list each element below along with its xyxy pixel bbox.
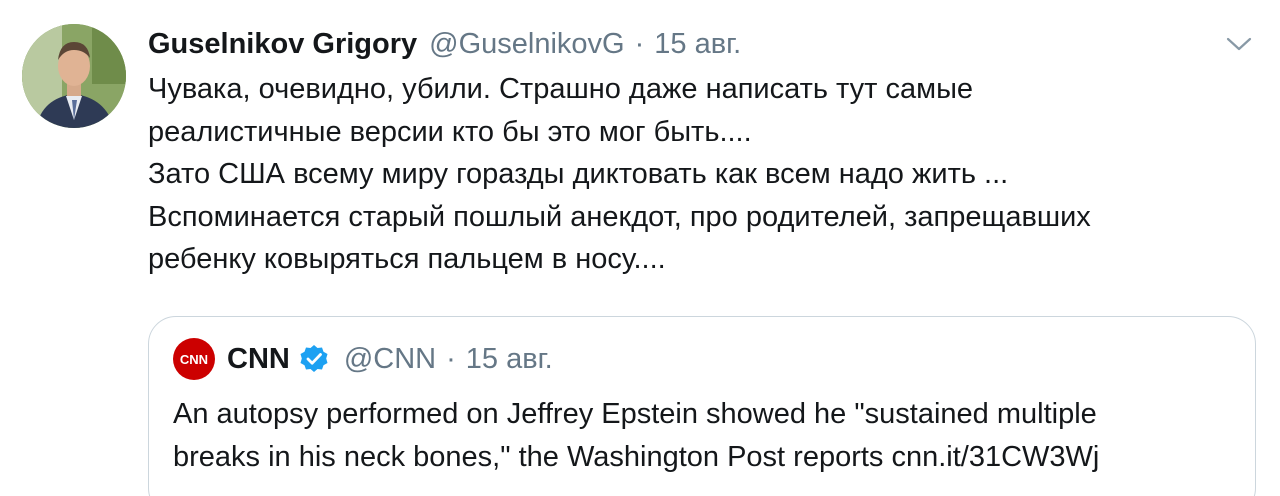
quoted-tweet-text: An autopsy performed on Jeffrey Epstein … [173,393,1243,479]
quoted-text-line: breaks in his neck bones," the Washingto… [173,441,1100,473]
avatar-photo [22,24,126,128]
author-name[interactable]: Guselnikov Grigory [148,28,417,61]
quoted-tweet[interactable]: CNN CNN @CNN · 15 авг. An autopsy perfor… [148,316,1256,496]
verified-badge-icon [300,345,328,372]
quoted-text-line: An autopsy performed on Jeffrey Epstein … [173,398,1097,430]
tweet-header: Guselnikov Grigory @GuselnikovG · 15 авг… [148,24,741,64]
cnn-logo-text: CNN [180,352,208,367]
cnn-logo-avatar[interactable]: CNN [173,338,215,380]
tweet-text-line: Чувака, очевидно, убили. Страшно даже на… [148,73,974,105]
tweet-text-line: Зато США всему миру горазды диктовать ка… [148,158,1009,190]
tweet-date[interactable]: 15 авг. [654,28,741,61]
tweet[interactable]: Guselnikov Grigory @GuselnikovG · 15 авг… [0,0,1280,496]
tweet-text-line: ребенку ковыряться пальцем в носу.... [148,243,666,275]
tweet-text-line: Вспоминается старый пошлый анекдот, про … [148,200,1091,233]
cnn-logo-icon: CNN [180,352,208,367]
quoted-tweet-header: CNN CNN @CNN · 15 авг. [173,338,553,380]
author-handle[interactable]: @GuselnikovG [429,28,624,61]
chevron-down-icon [1226,37,1252,51]
more-options-button[interactable] [1224,32,1254,56]
quoted-tweet-date[interactable]: 15 авг. [466,343,553,376]
separator-dot: · [634,27,645,60]
quoted-author-handle[interactable]: @CNN [344,343,436,376]
quoted-author-name[interactable]: CNN [227,343,290,376]
tweet-text-line: реалистичные версии кто бы это мог быть.… [148,115,752,148]
tweet-text: Чувака, очевидно, убили. Страшно даже на… [148,68,1248,281]
avatar[interactable] [22,24,126,128]
separator-dot: · [446,342,456,375]
